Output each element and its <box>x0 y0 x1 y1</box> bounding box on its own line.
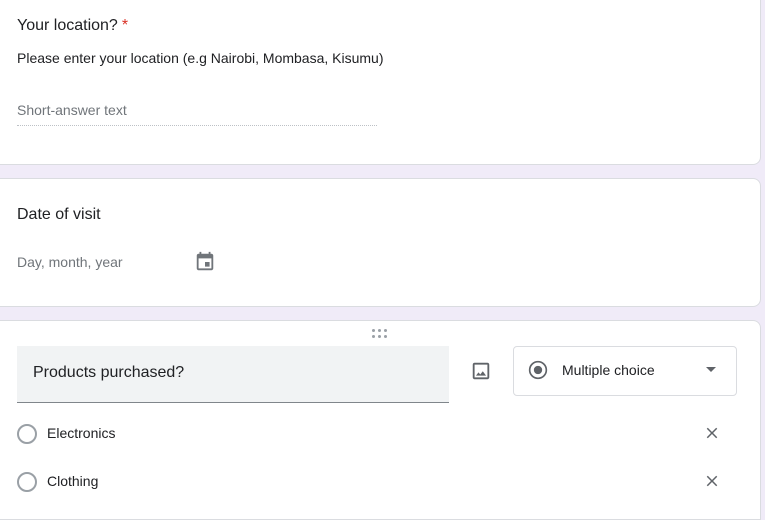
question-card-date[interactable]: Date of visit Day, month, year <box>0 178 761 307</box>
option-label[interactable]: Electronics <box>47 425 115 441</box>
question-title: Date of visit <box>17 206 101 223</box>
option-row[interactable]: Electronics <box>17 421 737 449</box>
date-input[interactable]: Day, month, year <box>17 254 123 270</box>
close-icon[interactable] <box>703 424 721 442</box>
radio-circle-icon <box>17 472 37 492</box>
chevron-down-icon <box>706 367 716 372</box>
question-description: Please enter your location (e.g Nairobi,… <box>17 50 384 66</box>
option-label[interactable]: Clothing <box>47 473 98 489</box>
drag-handle-icon[interactable] <box>372 329 388 338</box>
question-card-products[interactable]: Products purchased? Multiple choice Elec… <box>0 320 761 520</box>
radio-button-checked-icon <box>528 360 548 380</box>
question-type-select[interactable]: Multiple choice <box>513 346 737 396</box>
close-icon[interactable] <box>703 472 721 490</box>
add-image-icon[interactable] <box>470 360 492 382</box>
required-asterisk: * <box>121 17 129 34</box>
question-title-text: Your location? <box>17 17 118 34</box>
question-card-location[interactable]: Your location? * Please enter your locati… <box>0 0 761 165</box>
option-row[interactable]: Clothing <box>17 469 737 497</box>
calendar-icon <box>196 251 214 271</box>
question-title-input[interactable]: Products purchased? <box>17 346 449 403</box>
short-answer-input[interactable]: Short-answer text <box>17 102 377 126</box>
radio-circle-icon <box>17 424 37 444</box>
question-title-text: Products purchased? <box>33 364 185 381</box>
question-type-label: Multiple choice <box>562 362 655 378</box>
question-title: Your location? * <box>17 17 128 35</box>
